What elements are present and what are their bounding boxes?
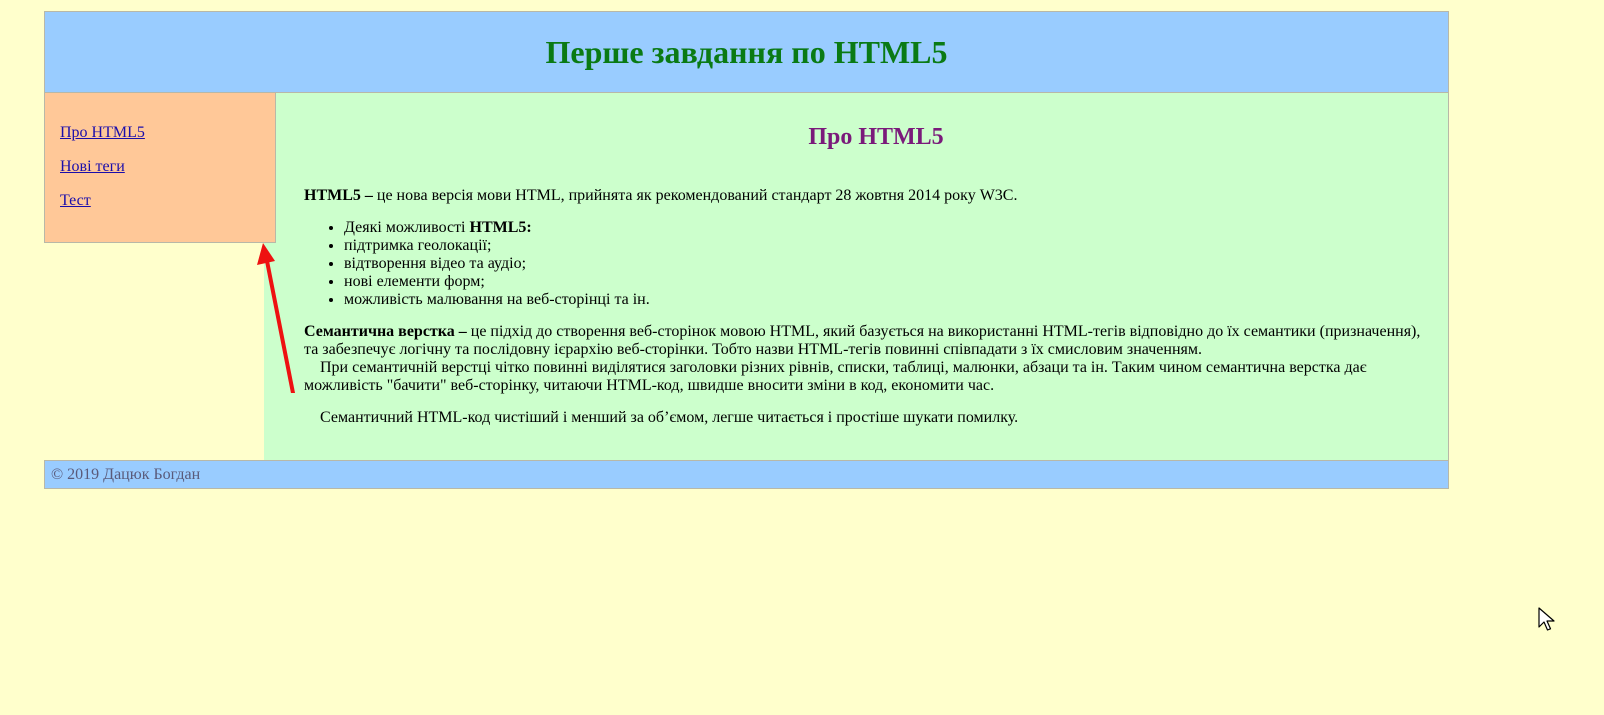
features-list: Деякі можливості HTML5: підтримка геолок…: [304, 219, 1429, 309]
list-item: відтворення відео та аудіо;: [344, 255, 1429, 273]
semantic-paragraph: Семантична верстка – це підхід до створе…: [304, 323, 1429, 359]
list-item: можливість малювання на веб-сторінці та …: [344, 291, 1429, 309]
footer-copyright: © 2019 Дацюк Богдан: [51, 465, 201, 483]
layout-middle: Про HTML5 Нові теги Тест Про HTML5 HTML5…: [44, 93, 1449, 460]
mouse-pointer-icon: [1538, 607, 1555, 631]
list-item: нові елементи форм;: [344, 273, 1429, 291]
page-header: Перше завдання по HTML5: [44, 11, 1449, 93]
semantic-text: це підхід до створення веб-сторінок мово…: [304, 323, 1421, 358]
list-item: Деякі можливості HTML5:: [344, 219, 1429, 237]
semantic-bold: Семантична верстка –: [304, 323, 467, 340]
sidebar-nav: Про HTML5 Нові теги Тест: [44, 93, 276, 243]
article-body: HTML5 – це нова версія мови HTML, прийня…: [304, 187, 1429, 427]
nav-link-about-html5[interactable]: Про HTML5: [60, 123, 275, 142]
semantic-paragraph-3: Семантичний HTML-код чистіший і менший з…: [320, 409, 1019, 426]
intro-text: це нова версія мови HTML, прийнята як ре…: [372, 187, 1018, 204]
intro-bold: HTML5 –: [304, 187, 373, 204]
nav-link-test[interactable]: Тест: [60, 191, 275, 210]
page-title: Перше завдання по HTML5: [545, 33, 948, 70]
page-footer: © 2019 Дацюк Богдан: [44, 460, 1449, 489]
intro-paragraph: HTML5 – це нова версія мови HTML, прийня…: [304, 187, 1429, 205]
page-container: Перше завдання по HTML5 Про HTML5 Нові т…: [44, 11, 1449, 489]
main-content: Про HTML5 HTML5 – це нова версія мови HT…: [264, 93, 1449, 460]
list-item: підтримка геолокації;: [344, 237, 1429, 255]
semantic-paragraph-2: При семантичній верстці чітко повинні ви…: [304, 359, 1367, 394]
list-item-prefix: Деякі можливості: [344, 219, 470, 236]
list-item-bold: HTML5:: [469, 219, 532, 236]
nav-link-new-tags[interactable]: Нові теги: [60, 157, 275, 176]
section-heading: Про HTML5: [808, 124, 944, 150]
